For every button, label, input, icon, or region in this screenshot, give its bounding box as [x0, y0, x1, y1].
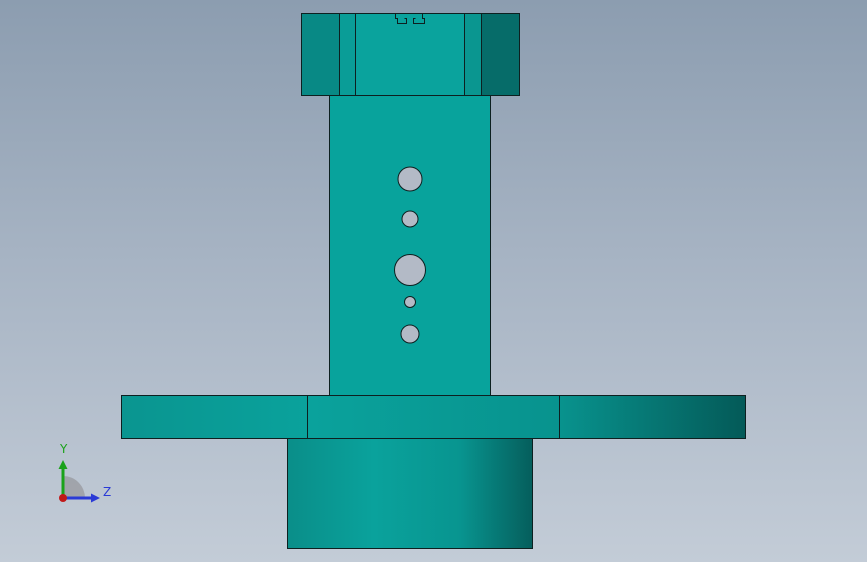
coordinate-triad: Y Z [50, 440, 120, 510]
cap-left-face [301, 13, 340, 96]
axis-y-label: Y [60, 442, 68, 456]
cap-left-chamfer [339, 13, 356, 96]
axis-z-label: Z [103, 485, 112, 499]
center-column[interactable] [329, 95, 491, 396]
hole-1[interactable] [397, 166, 423, 192]
cap-right-chamfer [464, 13, 482, 96]
cap-center-face [355, 13, 465, 96]
cap-right-face [481, 13, 520, 96]
top-cap[interactable] [301, 13, 520, 96]
graphics-viewport[interactable]: Y Z [0, 0, 867, 562]
base-cylinder[interactable] [287, 438, 533, 549]
hole-4[interactable] [404, 296, 416, 308]
hole-3[interactable] [394, 254, 426, 286]
flange[interactable] [121, 395, 746, 439]
hole-2[interactable] [401, 210, 419, 228]
hole-5[interactable] [400, 324, 420, 344]
part-model[interactable] [0, 0, 867, 562]
